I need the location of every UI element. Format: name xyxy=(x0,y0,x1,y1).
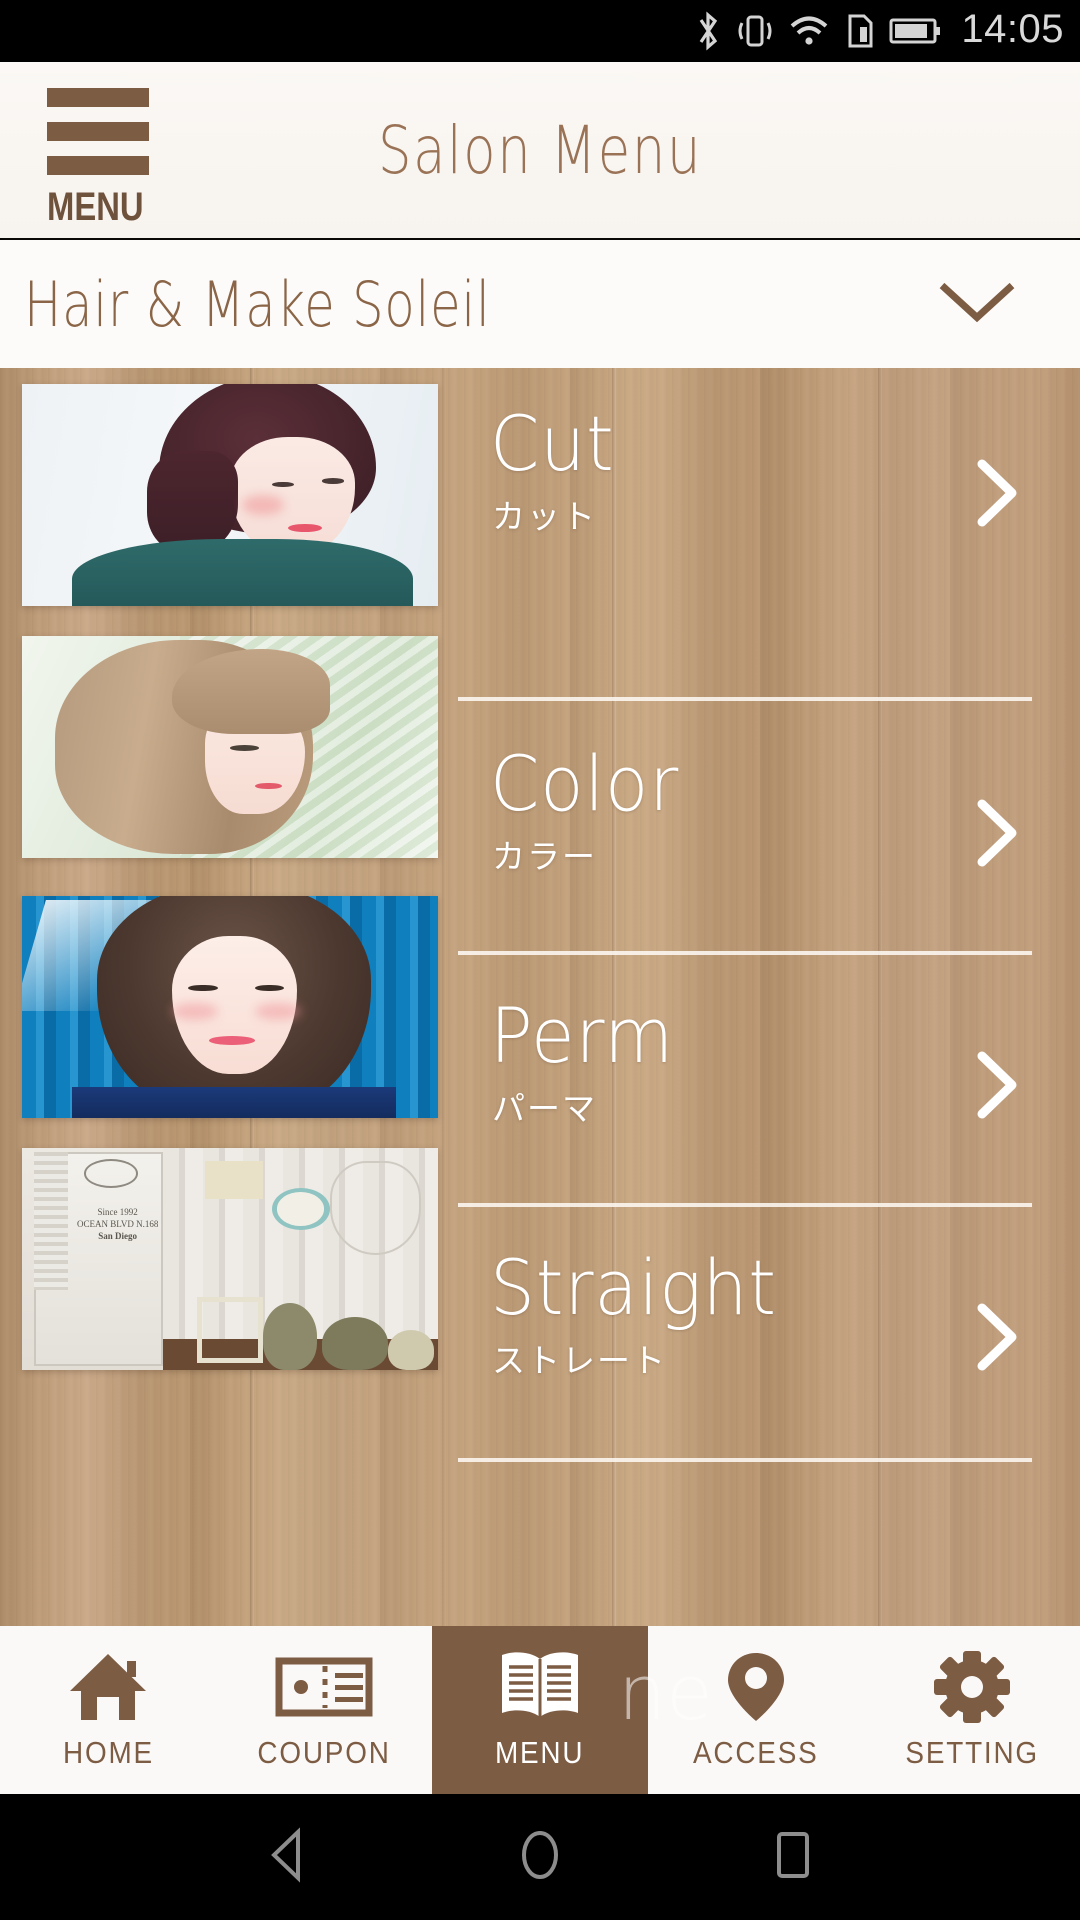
tab-label: COUPON xyxy=(257,1735,391,1770)
menu-row-cut[interactable]: Cut カット xyxy=(0,368,1080,620)
home-icon[interactable] xyxy=(509,1824,571,1891)
tab-setting[interactable]: SETTING xyxy=(864,1626,1080,1794)
recents-icon[interactable] xyxy=(762,1824,824,1891)
row-divider xyxy=(458,1458,1032,1462)
chevron-down-icon[interactable] xyxy=(934,274,1020,335)
bottom-tab-bar: HOME COUPON MENU ne ACCESS SETTING xyxy=(0,1626,1080,1794)
tab-access[interactable]: ne ACCESS xyxy=(618,1626,864,1794)
menu-subtitle: カット xyxy=(492,497,597,536)
battery-icon xyxy=(889,10,943,52)
ticket-icon xyxy=(275,1649,373,1725)
chevron-right-icon[interactable] xyxy=(968,1048,1028,1127)
pin-icon xyxy=(722,1649,790,1725)
menu-title: Color xyxy=(490,739,680,828)
menu-thumbnail xyxy=(22,384,438,606)
status-bar: 14:05 xyxy=(0,0,1080,62)
bluetooth-icon xyxy=(693,10,723,52)
tab-coupon[interactable]: COUPON xyxy=(216,1626,432,1794)
tab-label: SETTING xyxy=(905,1735,1039,1770)
chevron-right-icon[interactable] xyxy=(968,456,1028,535)
menu-title: Perm xyxy=(490,991,674,1080)
menu-row-straight[interactable]: Since 1992 OCEAN BLVD N.168 San Diego Stra… xyxy=(0,1124,1080,1380)
app-header: MENU Salon Menu xyxy=(0,62,1080,238)
status-time: 14:05 xyxy=(961,7,1064,51)
menu-thumbnail xyxy=(22,896,438,1118)
wifi-icon xyxy=(787,10,831,52)
menu-row-perm[interactable]: Perm パーマ xyxy=(0,872,1080,1128)
menu-subtitle: ストレート xyxy=(492,1341,667,1380)
page-title: Salon Menu xyxy=(377,111,703,189)
book-icon xyxy=(494,1649,586,1725)
chevron-right-icon[interactable] xyxy=(968,796,1028,875)
salon-name: Hair & Make Soleil xyxy=(24,267,491,341)
vibrate-icon xyxy=(735,10,775,52)
chevron-right-icon[interactable] xyxy=(968,1300,1028,1379)
menu-title: Cut xyxy=(490,399,615,488)
salon-selector[interactable]: Hair & Make Soleil xyxy=(0,240,1080,368)
menu-thumbnail xyxy=(22,636,438,858)
menu-subtitle: パーマ xyxy=(492,1089,597,1128)
sdcard-icon xyxy=(843,10,877,52)
menu-subtitle: カラー xyxy=(492,837,597,876)
menu-list[interactable]: Cut カット Color カラー Perm パーマ Since 1992 OC… xyxy=(0,368,1080,1626)
menu-title: Straight xyxy=(490,1243,777,1332)
menu-row-color[interactable]: Color カラー xyxy=(0,620,1080,876)
tab-label: MENU xyxy=(495,1735,585,1770)
tab-menu[interactable]: MENU xyxy=(432,1626,648,1794)
phone-screen: 14:05 MENU Salon Menu Hair & Make Soleil xyxy=(0,0,1080,1920)
menu-thumbnail: Since 1992 OCEAN BLVD N.168 San Diego xyxy=(22,1148,438,1370)
tab-home[interactable]: HOME xyxy=(0,1626,216,1794)
back-icon[interactable] xyxy=(256,1824,318,1891)
android-nav-bar xyxy=(0,1794,1080,1920)
tab-label: ACCESS xyxy=(693,1735,819,1770)
home-icon xyxy=(67,1649,149,1725)
tab-label: HOME xyxy=(62,1735,154,1770)
gear-icon xyxy=(932,1649,1012,1725)
